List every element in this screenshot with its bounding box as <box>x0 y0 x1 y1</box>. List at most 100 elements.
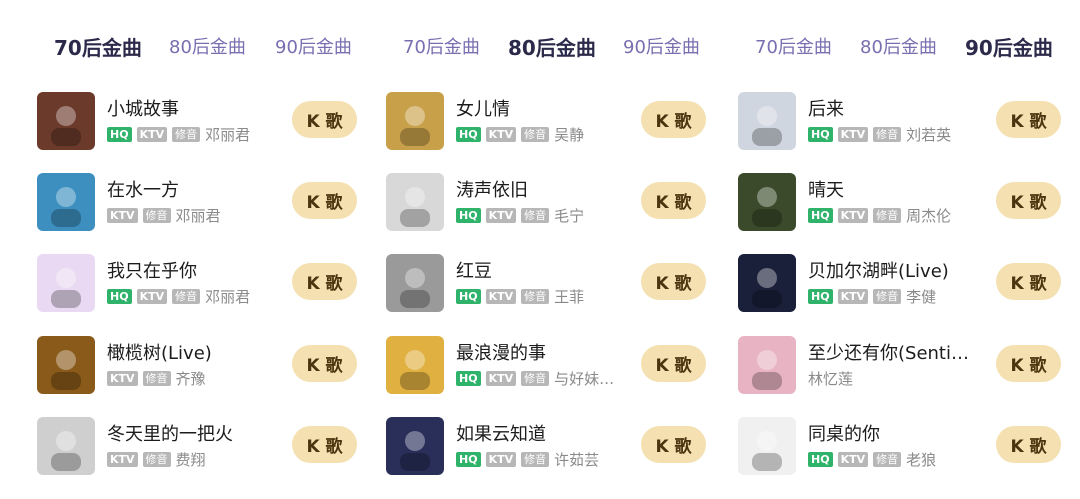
song-row[interactable]: 我只在乎你 HQ KTV 修音 邓丽君 K 歌 <box>0 254 357 318</box>
artist-name: 邓丽君 <box>205 287 251 306</box>
karaoke-button[interactable]: K 歌 <box>292 345 357 382</box>
artist-name: 齐豫 <box>175 369 206 388</box>
song-title: 我只在乎你 <box>107 261 197 282</box>
song-row[interactable]: 最浪漫的事HQKTV修音与好妹妹乐队K 歌 <box>355 336 706 400</box>
song-meta: HQ KTV 修音 许茹芸 <box>456 450 641 469</box>
album-cover <box>37 173 95 231</box>
song-title: 小城故事 <box>107 99 179 120</box>
album-cover <box>738 254 796 312</box>
karaoke-button[interactable]: K 歌 <box>641 263 706 300</box>
karaoke-button[interactable]: K 歌 <box>996 101 1061 138</box>
karaoke-button[interactable]: K 歌 <box>292 182 357 219</box>
artist-name: 许茹芸 <box>554 450 600 469</box>
karaoke-button[interactable]: K 歌 <box>996 345 1061 382</box>
song-row[interactable]: 涛声依旧 HQ KTV 修音 毛宁 K 歌 <box>355 173 706 237</box>
song-meta: HQ KTV 修音 王菲 <box>456 287 641 306</box>
era-tabs: 70后金曲 80后金曲 90后金曲 <box>0 32 352 63</box>
artist-name: 邓丽君 <box>175 206 221 225</box>
ktv-badge: KTV <box>485 451 517 467</box>
karaoke-button[interactable]: K 歌 <box>641 426 706 463</box>
tab-80s[interactable]: 80后金曲 <box>508 32 596 61</box>
pitch-fix-badge: 修音 <box>172 288 201 304</box>
pitch-fix-badge: 修音 <box>142 370 171 386</box>
tab-70s[interactable]: 70后金曲 <box>755 33 832 59</box>
ktv-badge: KTV <box>837 207 869 223</box>
album-cover <box>738 173 796 231</box>
song-row[interactable]: 晴天 HQ KTV 修音 周杰伦 K 歌 <box>710 173 1061 237</box>
hq-badge: HQ <box>456 451 481 467</box>
artist-name: 与好妹妹乐队 <box>554 369 622 388</box>
album-cover <box>738 336 796 394</box>
song-row[interactable]: 女儿情 HQ KTV 修音 吴静 K 歌 <box>355 92 706 156</box>
karaoke-button[interactable]: K 歌 <box>641 345 706 382</box>
artist-name: 林忆莲 <box>808 369 854 388</box>
song-title: 女儿情 <box>456 99 510 120</box>
karaoke-button[interactable]: K 歌 <box>641 101 706 138</box>
tab-80s[interactable]: 80后金曲 <box>169 33 246 59</box>
karaoke-button[interactable]: K 歌 <box>996 263 1061 300</box>
hq-badge: HQ <box>107 288 132 304</box>
tab-90s[interactable]: 90后金曲 <box>275 33 352 59</box>
song-row[interactable]: 橄榄树(Live) KTV 修音 齐豫 K 歌 <box>0 336 357 400</box>
song-title: 同桌的你 <box>808 424 880 445</box>
song-meta: HQKTV修音与好妹妹乐队 <box>456 369 641 388</box>
song-title: 冬天里的一把火 <box>107 424 233 445</box>
ktv-badge: KTV <box>837 126 869 142</box>
hq-badge: HQ <box>456 126 481 142</box>
song-row[interactable]: 在水一方 KTV 修音 邓丽君 K 歌 <box>0 173 357 237</box>
pitch-fix-badge: 修音 <box>142 207 171 223</box>
tab-90s[interactable]: 90后金曲 <box>965 32 1053 61</box>
song-row[interactable]: 冬天里的一把火 KTV 修音 费翔 K 歌 <box>0 417 357 481</box>
song-title: 至少还有你(Sentimental) <box>808 343 986 364</box>
pitch-fix-badge: 修音 <box>172 126 201 142</box>
song-meta: HQ KTV 修音 李健 <box>808 287 993 306</box>
pitch-fix-badge: 修音 <box>873 288 902 304</box>
pitch-fix-badge: 修音 <box>521 370 550 386</box>
karaoke-button[interactable]: K 歌 <box>996 182 1061 219</box>
karaoke-button[interactable]: K 歌 <box>292 426 357 463</box>
tab-70s[interactable]: 70后金曲 <box>54 32 142 61</box>
song-row[interactable]: 贝加尔湖畔(Live) HQ KTV 修音 李健 K 歌 <box>710 254 1061 318</box>
karaoke-button[interactable]: K 歌 <box>996 426 1061 463</box>
pitch-fix-badge: 修音 <box>873 126 902 142</box>
karaoke-button[interactable]: K 歌 <box>641 182 706 219</box>
hq-badge: HQ <box>808 288 833 304</box>
song-panel: 70后金曲 80后金曲 90后金曲 后来 HQ KTV 修音 刘若英 K 歌晴天 HQ KTV 修音周… <box>710 0 1061 499</box>
album-cover <box>386 92 444 150</box>
tab-80s[interactable]: 80后金曲 <box>860 33 937 59</box>
song-row[interactable]: 同桌的你 HQ KTV 修音 老狼 K 歌 <box>710 417 1061 481</box>
song-title: 在水一方 <box>107 180 179 201</box>
karaoke-button[interactable]: K 歌 <box>292 263 357 300</box>
song-row[interactable]: 后来 HQ KTV 修音 刘若英 K 歌 <box>710 92 1061 156</box>
song-row[interactable]: 如果云知道 HQ KTV 修音 许茹芸 K 歌 <box>355 417 706 481</box>
hq-badge: HQ <box>808 451 833 467</box>
song-row[interactable]: 至少还有你(Sentimental) 林忆莲 K 歌 <box>710 336 1061 400</box>
song-meta: HQ KTV 修音 刘若英 <box>808 125 993 144</box>
artist-name: 王菲 <box>554 287 585 306</box>
song-meta: KTV 修音 费翔 <box>107 450 292 469</box>
song-title: 后来 <box>808 99 844 120</box>
album-cover <box>386 254 444 312</box>
ktv-badge: KTV <box>485 126 517 142</box>
hq-badge: HQ <box>808 207 833 223</box>
album-cover <box>738 92 796 150</box>
ktv-badge: KTV <box>485 370 517 386</box>
ktv-badge: KTV <box>136 288 168 304</box>
artist-name: 老狼 <box>906 450 937 469</box>
album-cover <box>37 254 95 312</box>
tab-90s[interactable]: 90后金曲 <box>623 33 700 59</box>
pitch-fix-badge: 修音 <box>873 207 902 223</box>
ktv-badge: KTV <box>837 288 869 304</box>
song-meta: HQ KTV 修音 老狼 <box>808 450 993 469</box>
song-row[interactable]: 小城故事 HQ KTV 修音 邓丽君 K 歌 <box>0 92 357 156</box>
song-meta: HQ KTV 修音 周杰伦 <box>808 206 993 225</box>
tab-70s[interactable]: 70后金曲 <box>403 33 480 59</box>
song-title: 涛声依旧 <box>456 180 528 201</box>
song-row[interactable]: 红豆 HQ KTV 修音 王菲 K 歌 <box>355 254 706 318</box>
ktv-badge: KTV <box>107 370 138 386</box>
artist-name: 周杰伦 <box>906 206 952 225</box>
song-meta: HQ KTV 修音 吴静 <box>456 125 641 144</box>
karaoke-button[interactable]: K 歌 <box>292 101 357 138</box>
artist-name: 李健 <box>906 287 937 306</box>
artist-name: 刘若英 <box>906 125 952 144</box>
